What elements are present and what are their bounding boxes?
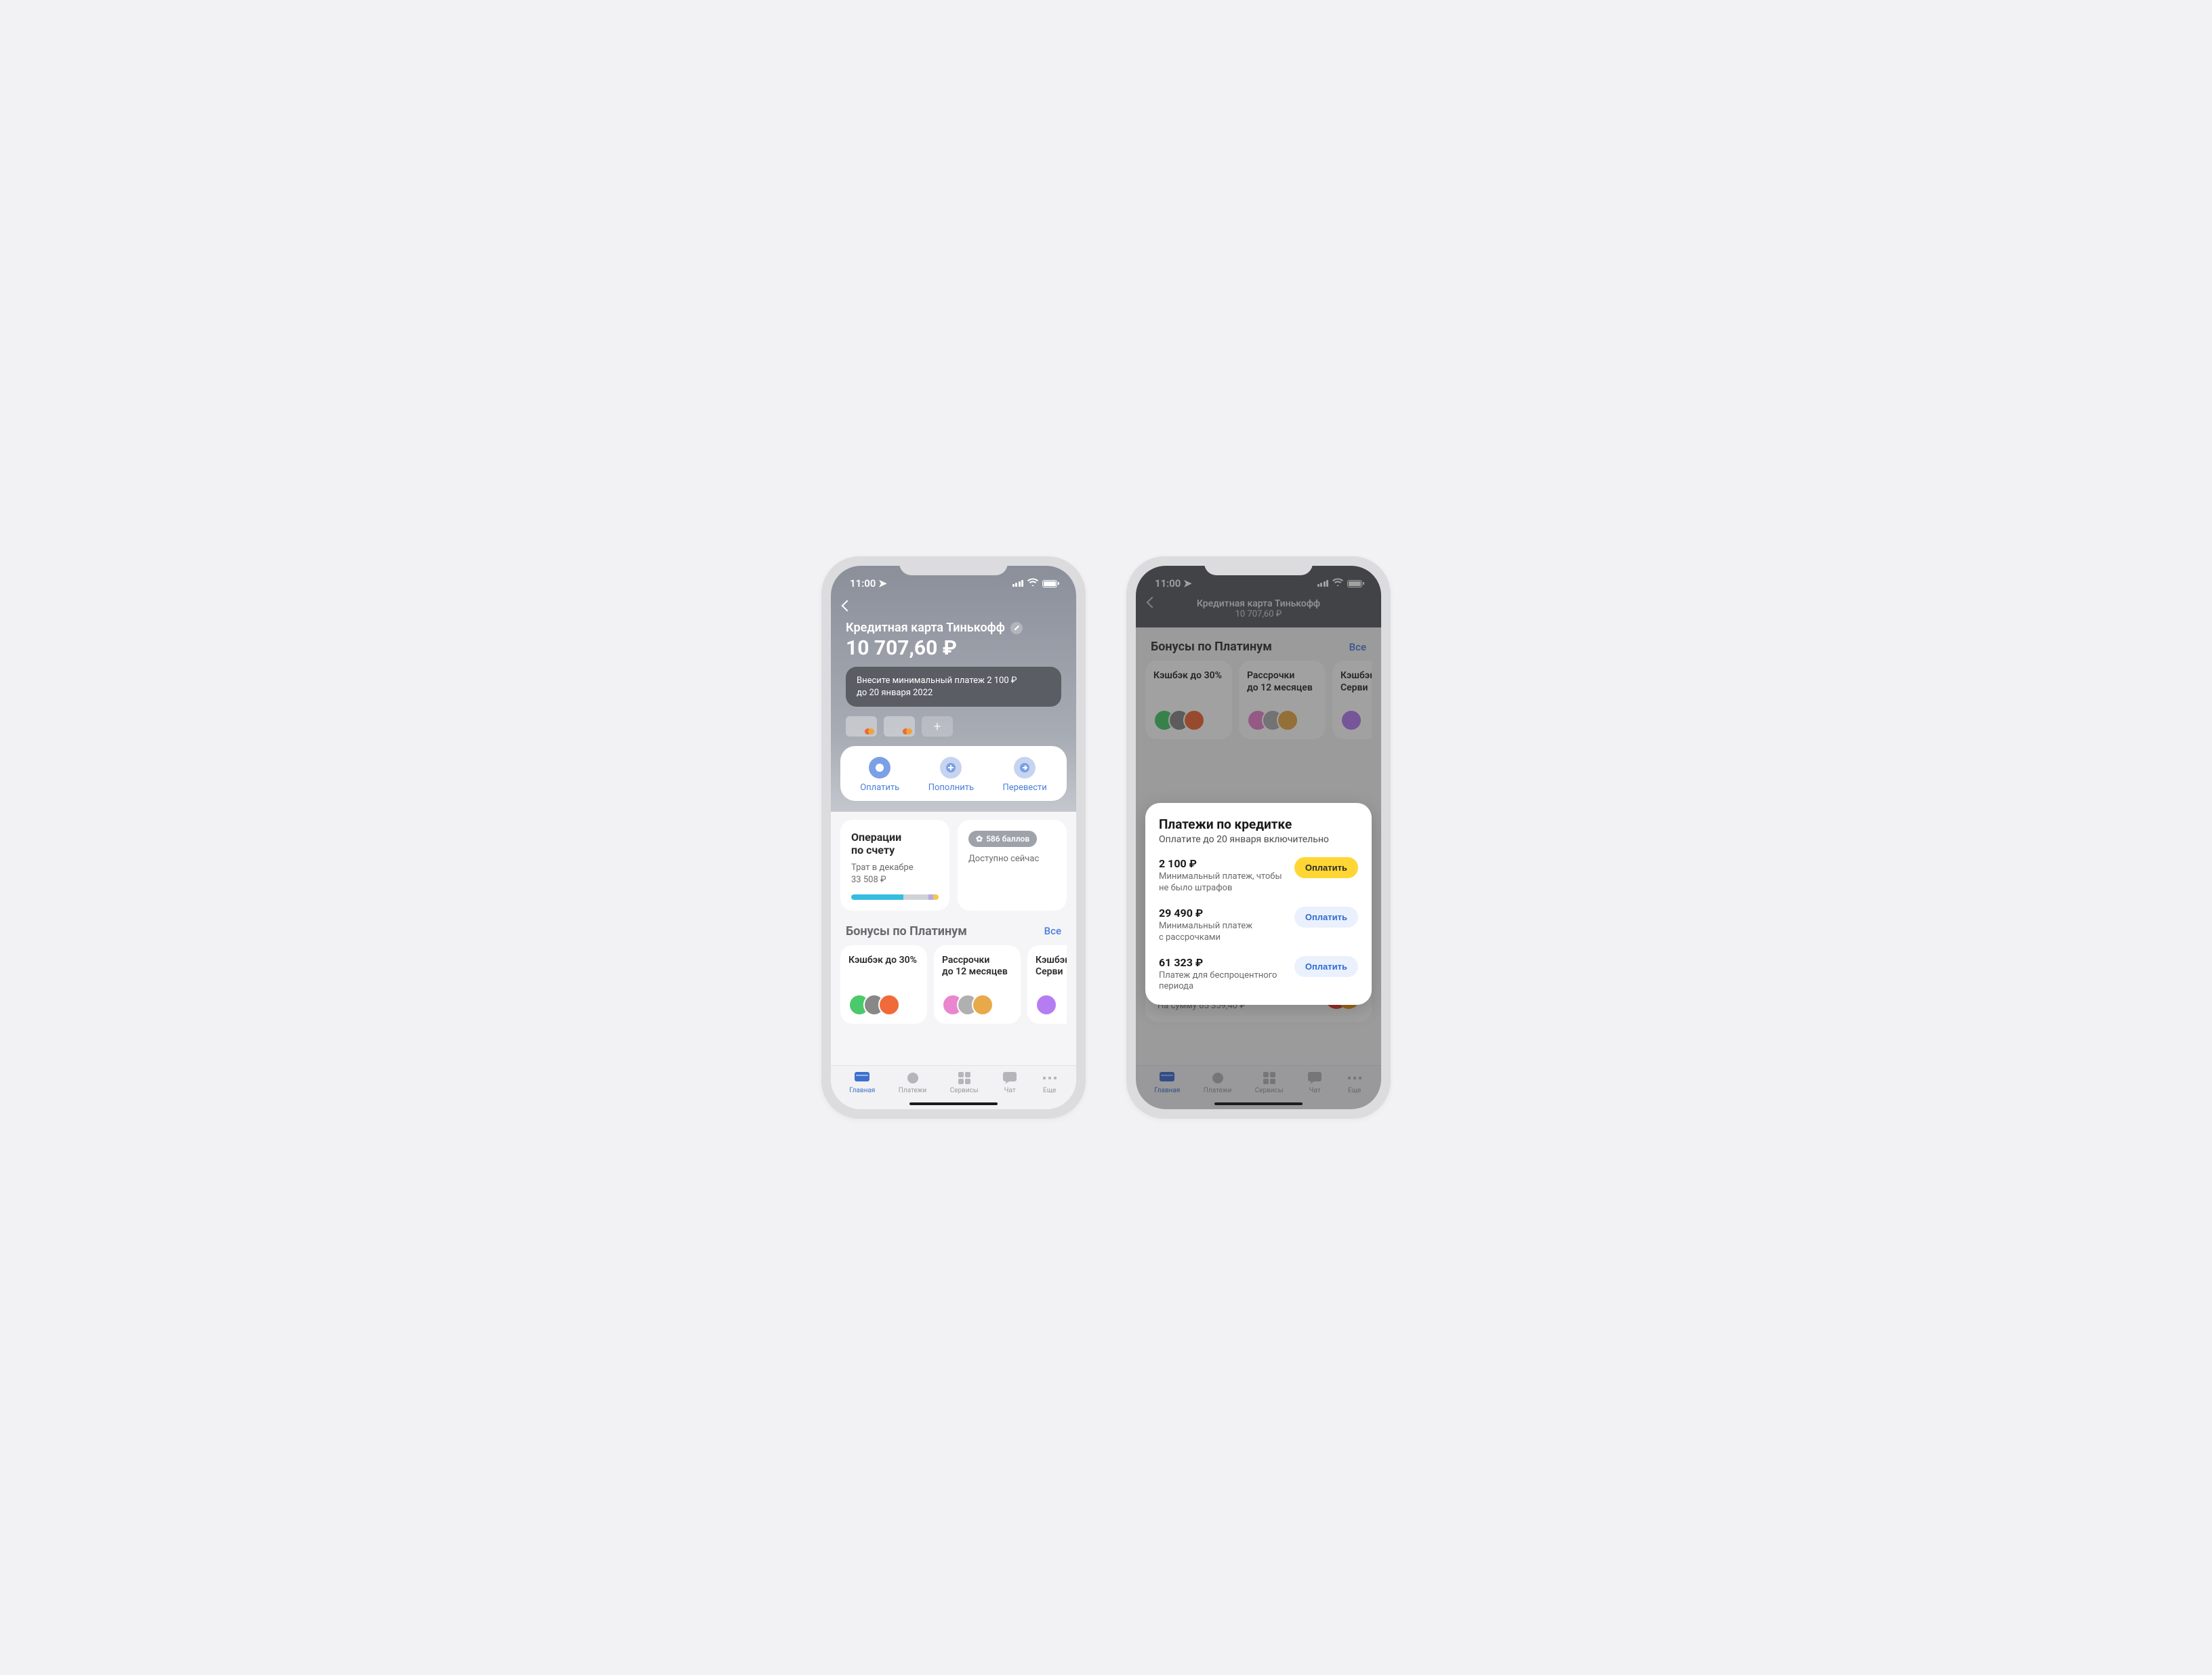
bonus-card-cashback[interactable]: Кэшбэк до 30% [840, 945, 927, 1024]
points-badge: ✿ 586 баллов [968, 831, 1037, 847]
pay-button-min[interactable]: Оплатить [1294, 857, 1358, 878]
card-chip-2[interactable] [884, 716, 915, 737]
location-arrow-icon: ➤ [878, 577, 887, 590]
tab-home[interactable]: Главная [849, 1071, 875, 1094]
phone-mockup-2: 11:00 ➤ Кредитная карта Тинькофф 10 707,… [1126, 556, 1391, 1119]
payment-option-full: 61 323 ₽ Платеж для беспроцентного перио… [1159, 956, 1358, 993]
signal-icon [1012, 580, 1024, 587]
status-time: 11:00 ➤ [850, 577, 887, 590]
services-icon [956, 1071, 972, 1085]
bonus-card-instalment[interactable]: Рассрочки до 12 месяцев [934, 945, 1021, 1024]
topup-action[interactable]: Пополнить [928, 757, 974, 793]
card-chip-1[interactable] [846, 716, 877, 737]
pay-action[interactable]: Оплатить [860, 757, 899, 793]
pay-button-instalment[interactable]: Оплатить [1294, 907, 1358, 928]
home-indicator[interactable] [909, 1102, 998, 1105]
payment-option-min: 2 100 ₽ Минимальный платеж, чтобы не был… [1159, 857, 1358, 894]
notch [899, 556, 1008, 575]
payments-icon [905, 1071, 921, 1085]
tab-more[interactable]: Еще [1042, 1071, 1058, 1094]
points-card[interactable]: ✿ 586 баллов Доступно сейчас [958, 820, 1067, 910]
notch [1204, 556, 1313, 575]
modal-subtitle: Оплатите до 20 января включительно [1159, 834, 1358, 845]
payment-option-instalment: 29 490 ₽ Минимальный платеж с рассрочкам… [1159, 907, 1358, 944]
transfer-action[interactable]: Перевести [1003, 757, 1047, 793]
more-icon [1042, 1071, 1058, 1085]
bonus-section-title: Бонусы по Платинум [846, 924, 967, 938]
operations-card[interactable]: Операции по счету Трат в декабре 33 508 … [840, 820, 949, 910]
edit-icon[interactable] [1010, 622, 1023, 634]
gear-icon: ✿ [976, 834, 983, 844]
payment-notice[interactable]: Внесите минимальный платеж 2 100 ₽ до 20… [846, 667, 1061, 707]
back-button[interactable] [842, 600, 853, 612]
bonus-card-cashback50[interactable]: Кэшбэк 50% в Серви [1027, 945, 1067, 1024]
modal-title: Платежи по кредитке [1159, 816, 1358, 832]
wifi-icon [1027, 578, 1038, 589]
account-title: Кредитная карта Тинькофф [846, 621, 1061, 635]
bonus-scroll[interactable]: Кэшбэк до 30% Рассрочки до 12 месяцев Кэ… [840, 945, 1067, 1024]
pay-icon [869, 757, 890, 779]
quick-actions: Оплатить Пополнить Перевести [840, 746, 1067, 801]
spend-bar [851, 894, 939, 900]
add-card-button[interactable]: + [922, 716, 953, 737]
bonus-see-all[interactable]: Все [1044, 925, 1061, 937]
tab-payments[interactable]: Платежи [899, 1071, 926, 1094]
home-icon [854, 1071, 870, 1085]
tab-chat[interactable]: Чат [1002, 1071, 1018, 1094]
arrow-right-icon [1014, 757, 1036, 779]
pay-button-full[interactable]: Оплатить [1294, 956, 1358, 977]
chat-icon [1002, 1071, 1018, 1085]
plus-icon [940, 757, 962, 779]
account-balance: 10 707,60 ₽ [846, 636, 1061, 660]
payments-modal: Платежи по кредитке Оплатите до 20 январ… [1145, 803, 1372, 1005]
account-hero: 11:00 ➤ Кредитная карта Тинькофф [831, 566, 1076, 812]
tab-services[interactable]: Сервисы [950, 1071, 979, 1094]
battery-icon [1042, 580, 1057, 587]
phone-mockup-1: 11:00 ➤ Кредитная карта Тинькофф [821, 556, 1086, 1119]
